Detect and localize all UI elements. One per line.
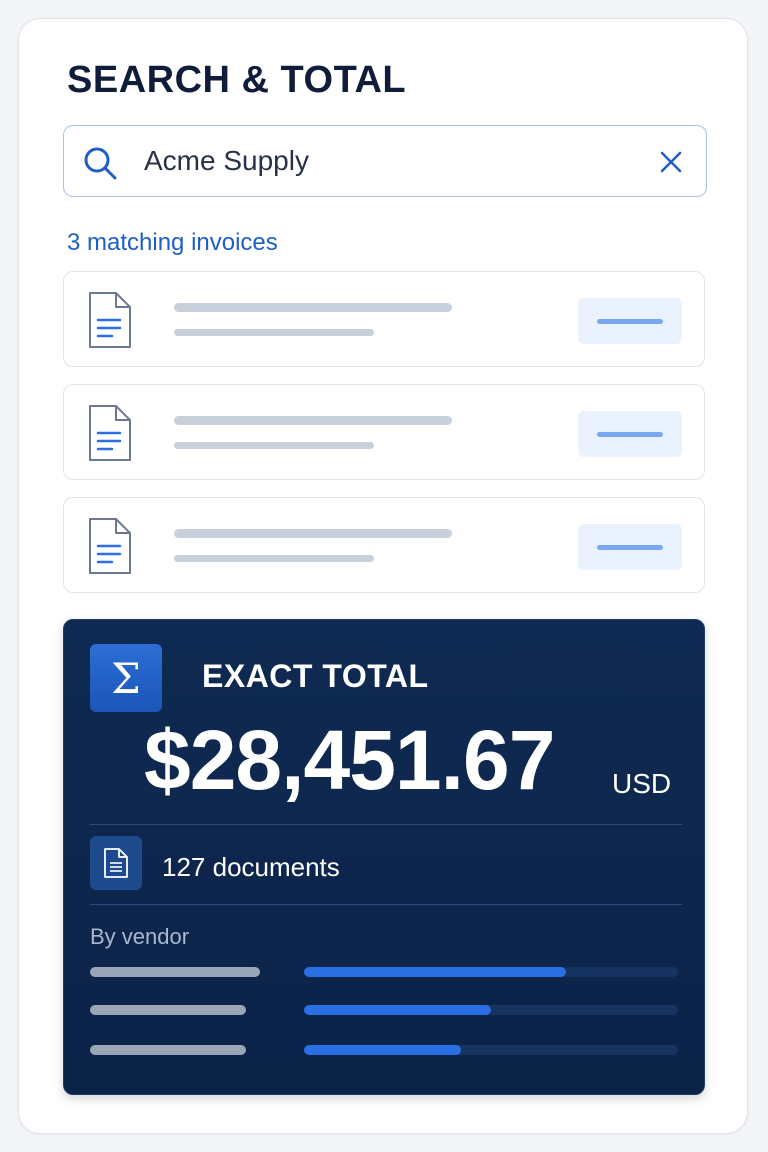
documents-count: 127 documents [162, 852, 340, 882]
vendor-share-fill [304, 1005, 491, 1015]
divider [90, 904, 682, 905]
document-icon [89, 405, 131, 461]
vendor-share-track [304, 967, 678, 977]
document-icon [89, 518, 131, 574]
document-icon [104, 848, 128, 878]
vendor-share-track [304, 1005, 678, 1015]
vendor-row [90, 966, 682, 978]
vendor-row [90, 1004, 682, 1016]
search-input[interactable] [144, 138, 624, 184]
search-icon [84, 147, 117, 180]
vendor-share-track [304, 1045, 678, 1055]
close-icon [660, 151, 682, 173]
invoice-subtitle-placeholder [174, 442, 374, 449]
document-icon [89, 292, 131, 348]
match-count: 3 matching invoices [67, 229, 278, 256]
documents-icon-box [90, 836, 142, 890]
total-amount: $28,451.67 [144, 713, 555, 807]
page-title: SEARCH & TOTAL [67, 59, 407, 101]
invoice-row[interactable] [63, 497, 705, 593]
sigma-icon: Σ [90, 644, 162, 712]
invoice-title-placeholder [174, 416, 452, 425]
invoice-title-placeholder [174, 303, 452, 312]
vendor-breakdown-label: By vendor [90, 924, 190, 949]
search-box[interactable] [63, 125, 707, 197]
invoice-row[interactable] [63, 271, 705, 367]
invoice-row[interactable] [63, 384, 705, 480]
search-total-card: SEARCH & TOTAL 3 matching invoices [18, 18, 748, 1134]
total-currency: USD [612, 768, 672, 799]
total-panel: Σ EXACT TOTAL $28,451.67 USD 127 documen… [63, 619, 705, 1095]
vendor-name-placeholder [90, 1005, 246, 1015]
total-label: EXACT TOTAL [202, 658, 429, 694]
vendor-share-fill [304, 967, 566, 977]
clear-search-button[interactable] [654, 145, 688, 179]
invoice-title-placeholder [174, 529, 452, 538]
invoice-subtitle-placeholder [174, 555, 374, 562]
invoice-amount-placeholder [578, 411, 682, 457]
vendor-row [90, 1044, 682, 1056]
vendor-name-placeholder [90, 967, 260, 977]
divider [90, 824, 682, 825]
vendor-name-placeholder [90, 1045, 246, 1055]
invoice-amount-placeholder [578, 298, 682, 344]
invoice-subtitle-placeholder [174, 329, 374, 336]
invoice-amount-placeholder [578, 524, 682, 570]
vendor-share-fill [304, 1045, 462, 1055]
